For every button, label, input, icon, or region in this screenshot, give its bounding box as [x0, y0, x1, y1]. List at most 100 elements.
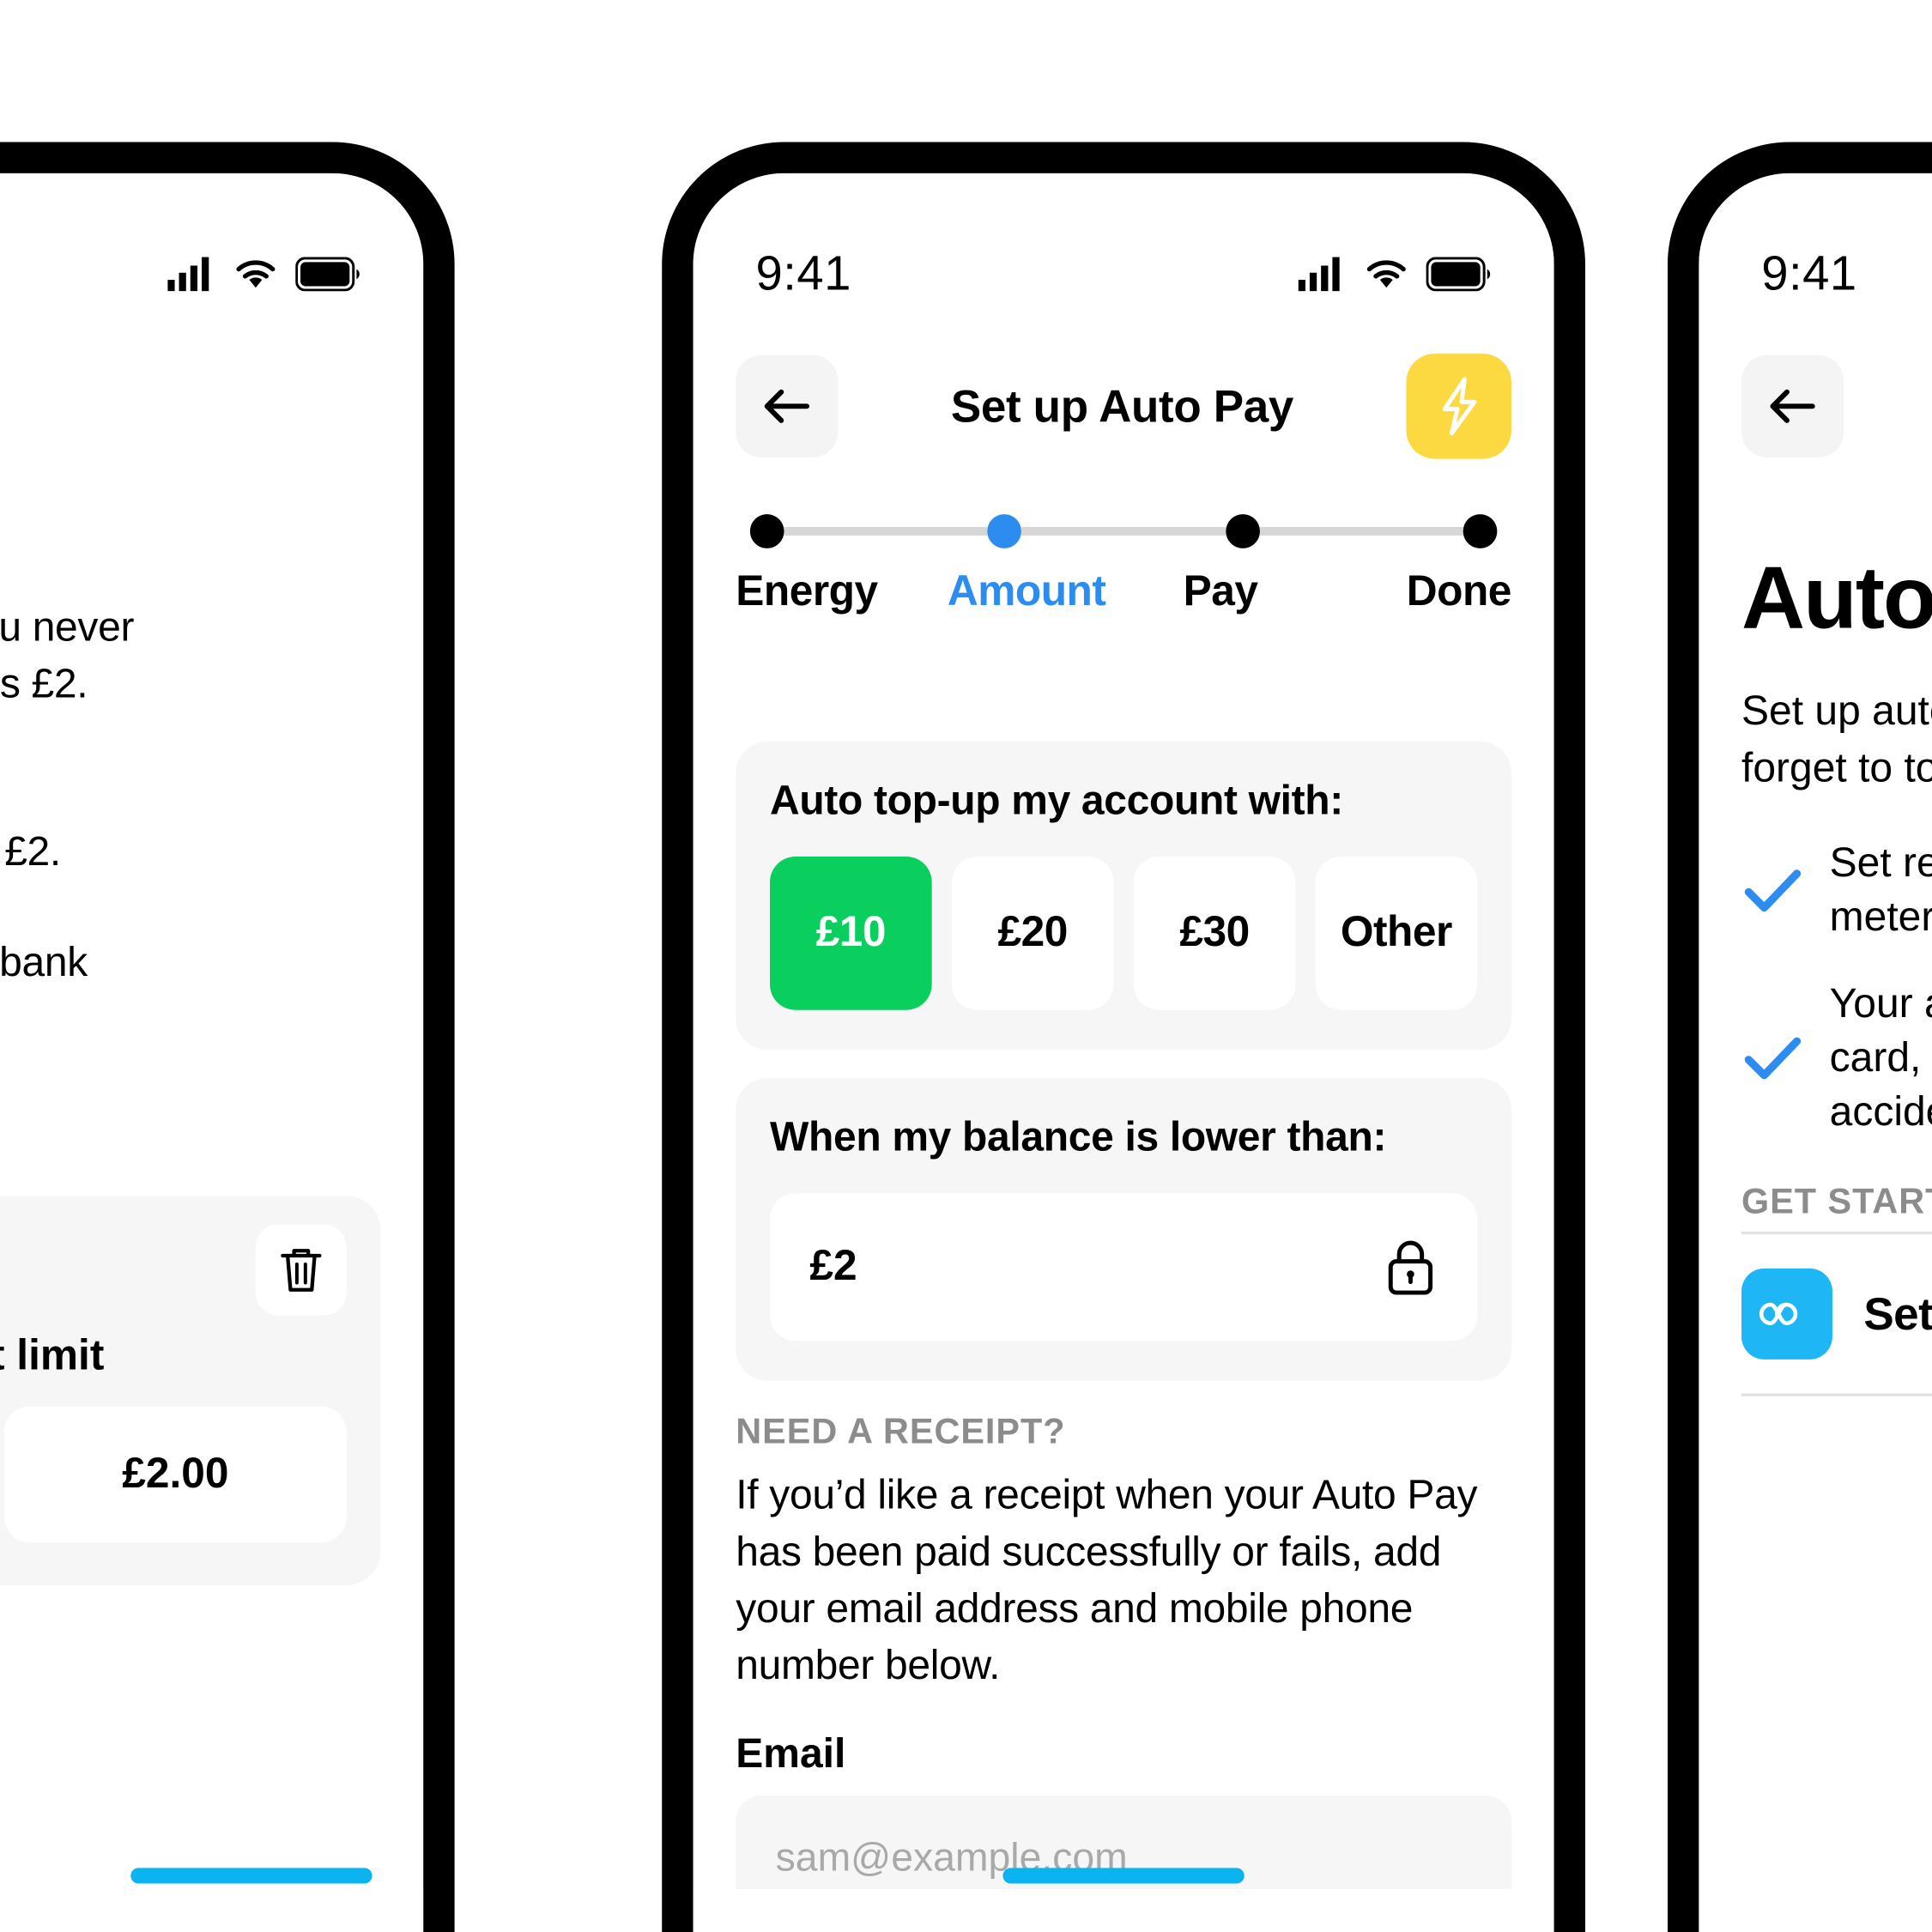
topup-amount-card: Auto top-up my account with: £10 £20 £30…	[736, 741, 1511, 1051]
credit-limit-card: Credit limit £2.00	[0, 1196, 381, 1585]
receipt-eyebrow: NEED A RECEIPT?	[736, 1412, 1066, 1452]
tab-bar-right	[1699, 1889, 1932, 1932]
screenshot-canvas: Auto Pay c PAYG top-ups so you never whe…	[0, 0, 1932, 1932]
tab-payments-center[interactable]	[1069, 1912, 1178, 1932]
tab-usage-center[interactable]	[908, 1912, 1016, 1932]
nav-title-left: Auto Pay	[0, 380, 381, 433]
checklist-item-2-line3: accidentally (like a Direct	[1829, 1089, 1932, 1136]
lightning-action-button[interactable]	[1406, 354, 1511, 459]
checklist-item-2: Your auto top-up is paid card, so you’ll…	[1741, 977, 1932, 1140]
topup-amount-title: Auto top-up my account with:	[770, 778, 1343, 824]
topup-amount-options: £10 £20 £30 Other	[770, 856, 1478, 1010]
check-icon	[1744, 1037, 1802, 1080]
check-icon	[1744, 869, 1802, 912]
arrow-left-icon	[1770, 389, 1815, 423]
checklist-item-2-line2: card, so you’ll never go ov	[1829, 1035, 1932, 1081]
tab-menu-left[interactable]	[250, 1912, 358, 1932]
step-dot-energy[interactable]	[749, 514, 784, 548]
nav-bar-left: Auto Pay	[0, 347, 423, 466]
signal-bars-icon	[1298, 257, 1340, 292]
battery-icon	[1426, 257, 1491, 292]
tab-help-left[interactable]	[6, 1912, 114, 1932]
lock-icon	[1388, 1240, 1433, 1295]
balance-threshold-value: £2	[809, 1243, 857, 1290]
amount-option-10[interactable]: £10	[770, 856, 932, 1010]
page-title-right: Auto Pay	[1741, 549, 1932, 648]
step-dot-amount[interactable]	[987, 514, 1022, 548]
list-item-label: Set up Auto Pay	[1863, 1287, 1932, 1340]
checklist-item-1-line2: meter when your balance	[1829, 895, 1932, 942]
left-paragraph-3-line2: ll never go overdrawn	[0, 991, 381, 1048]
status-bar-right: 9:41	[1699, 173, 1932, 316]
balance-threshold-field[interactable]: £2	[770, 1193, 1478, 1341]
phone-center-screen: 9:41 Set up Auto Pay Energy Amount Pay D…	[693, 173, 1554, 1932]
step-line-3	[1259, 527, 1463, 536]
step-line-1	[784, 527, 988, 536]
tab-home-right[interactable]	[1765, 1912, 1873, 1932]
nav-bar-center: Set up Auto Pay	[693, 347, 1554, 466]
phone-center: 9:41 Set up Auto Pay Energy Amount Pay D…	[662, 142, 1585, 1932]
amount-option-other[interactable]: Other	[1315, 856, 1478, 1010]
checklist-item-2-text: Your auto top-up is paid card, so you’ll…	[1830, 977, 1932, 1140]
nav-bar-right: Auto Pay	[1699, 347, 1932, 466]
tab-home-center[interactable]	[746, 1912, 854, 1932]
tab-bar-center	[693, 1889, 1554, 1932]
trash-icon-button[interactable]	[255, 1224, 347, 1316]
infinity-icon-badge	[1741, 1269, 1832, 1360]
step-label-done: Done	[1406, 568, 1512, 615]
right-intro-line2: forget to top-up when your b	[1741, 745, 1932, 791]
tab-help-center[interactable]	[1232, 1912, 1340, 1932]
checklist-item-1-text: Set repeat top-ups for yo meter when you…	[1830, 837, 1932, 946]
status-bar-left	[0, 173, 423, 316]
list-item-set-up-auto-pay[interactable]: Set up Auto Pay	[1741, 1235, 1932, 1394]
center-scroll-area[interactable]: Auto top-up my account with: £10 £20 £30…	[693, 741, 1554, 1890]
receipt-body: If you’d like a receipt when your Auto P…	[736, 1473, 1478, 1689]
status-time-right: 9:41	[1761, 246, 1857, 301]
status-bar-center: 9:41	[693, 173, 1554, 316]
wifi-icon	[1366, 260, 1406, 288]
status-icons-center	[1298, 257, 1492, 292]
email-label: Email	[736, 1731, 846, 1778]
benefits-checklist: Set repeat top-ups for yo meter when you…	[1741, 837, 1932, 1140]
back-button-right[interactable]	[1741, 354, 1844, 457]
step-line-2	[1021, 527, 1226, 536]
amount-option-20[interactable]: £20	[951, 856, 1114, 1010]
tab-menu-center[interactable]	[1394, 1912, 1502, 1932]
battery-icon	[295, 257, 360, 292]
credit-limit-label: Credit limit	[0, 1332, 105, 1380]
home-indicator-center	[1002, 1868, 1245, 1884]
left-paragraph-1-line2: when your balance hits £2.	[0, 662, 88, 708]
left-paragraph-3-line1: p-up is paid with your bank	[0, 940, 88, 986]
stepper-track	[736, 514, 1511, 548]
credit-limit-value-right[interactable]: £2.00	[3, 1406, 347, 1543]
right-intro: Set up automatic PAYG top-u forget to to…	[1741, 683, 1932, 796]
wifi-icon	[236, 260, 276, 288]
infinity-icon	[1759, 1303, 1798, 1326]
right-scroll-area[interactable]: Auto Pay Set up automatic PAYG top-u for…	[1699, 508, 1932, 1889]
left-paragraph-1-line1: c PAYG top-ups so you never	[0, 605, 135, 651]
arrow-left-icon	[764, 389, 810, 423]
left-paragraph-2-line1: op-ups for your PAYG	[0, 767, 381, 824]
phone-right-screen: 9:41 Auto Pay Auto Pay Set up automatic …	[1699, 173, 1932, 1932]
left-paragraph-2-line2: your balance reaches £2.	[0, 829, 61, 875]
step-dot-pay[interactable]	[1225, 514, 1260, 548]
left-limit-wrap: Credit limit £2.00	[0, 1196, 423, 1585]
step-dot-done[interactable]	[1463, 514, 1498, 548]
amount-option-30[interactable]: £30	[1133, 856, 1296, 1010]
checklist-item-1: Set repeat top-ups for yo meter when you…	[1741, 837, 1932, 946]
status-time-center: 9:41	[755, 246, 851, 301]
lightning-bolt-icon	[1442, 377, 1477, 436]
checklist-item-2-line1: Your auto top-up is paid	[1829, 980, 1932, 1027]
phone-right: 9:41 Auto Pay Auto Pay Set up automatic …	[1667, 142, 1932, 1932]
stepper-center: Energy Amount Pay Done	[693, 514, 1554, 616]
step-label-energy: Energy	[736, 568, 878, 615]
right-intro-line1: Set up automatic PAYG top-u	[1741, 688, 1932, 735]
signal-bars-icon	[167, 257, 209, 292]
step-label-pay: Pay	[1183, 568, 1258, 615]
back-button-center[interactable]	[736, 354, 839, 457]
checklist-item-1-line1: Set repeat top-ups for yo	[1829, 840, 1932, 887]
tab-bar-left	[0, 1889, 424, 1932]
phone-left: Auto Pay c PAYG top-ups so you never whe…	[0, 142, 455, 1932]
stepper-labels: Energy Amount Pay Done	[736, 568, 1511, 616]
home-indicator-left	[130, 1868, 372, 1884]
